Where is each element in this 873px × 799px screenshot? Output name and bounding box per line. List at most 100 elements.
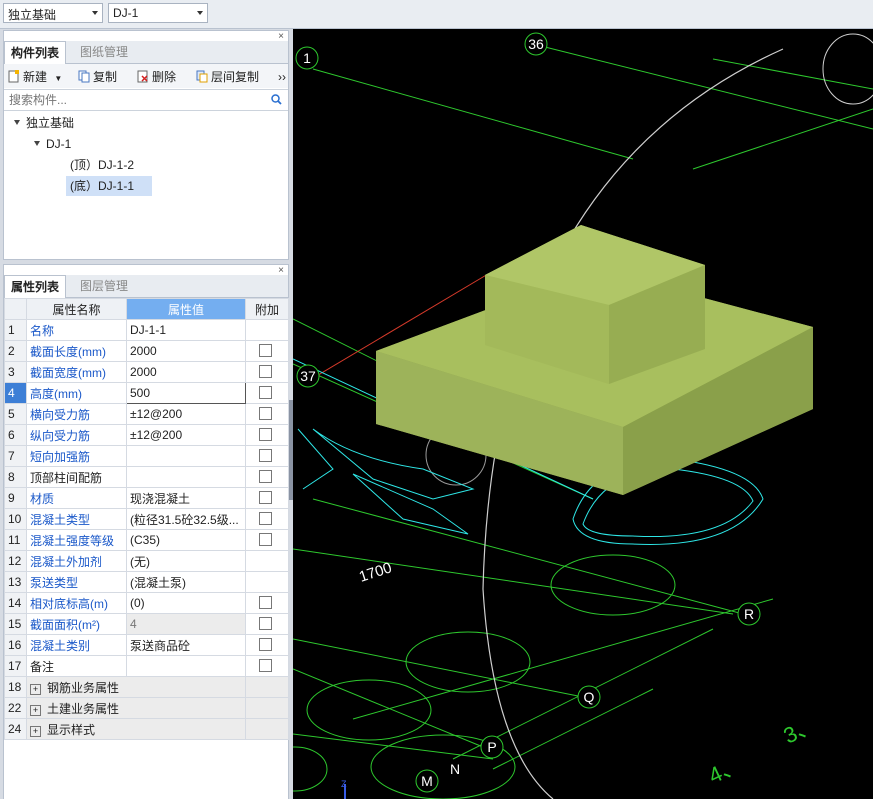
floor-copy-button[interactable]: 层间复制 xyxy=(196,68,259,86)
property-group-name[interactable]: + 钢筋业务属性 xyxy=(26,676,246,698)
property-name: 截面面积(m²) xyxy=(26,613,127,635)
additional-checkbox[interactable] xyxy=(259,659,272,672)
tree-item-group[interactable]: DJ-1 xyxy=(34,134,71,154)
tab-component-list[interactable]: 构件列表 xyxy=(4,41,67,64)
expand-triangle-icon[interactable] xyxy=(14,120,20,125)
property-row[interactable]: 17 备注 xyxy=(4,655,289,677)
component-select[interactable]: DJ-1 xyxy=(108,3,208,23)
property-row[interactable]: 9 材质 现浇混凝土 xyxy=(4,487,289,509)
axis-line xyxy=(692,108,873,170)
search-icon[interactable] xyxy=(271,94,282,105)
property-value[interactable]: (0) xyxy=(126,592,246,614)
property-group-name[interactable]: + 土建业务属性 xyxy=(26,697,246,719)
property-row[interactable]: 8 顶部柱间配筋 xyxy=(4,466,289,488)
row-index: 4 xyxy=(4,382,27,404)
property-row[interactable]: 12 混凝土外加剂 (无) xyxy=(4,550,289,572)
additional-checkbox[interactable] xyxy=(259,512,272,525)
additional-checkbox[interactable] xyxy=(259,617,272,630)
expand-triangle-icon[interactable] xyxy=(34,141,40,146)
property-value[interactable]: 现浇混凝土 xyxy=(126,487,246,509)
chevron-down-icon xyxy=(92,11,98,15)
header-property-value: 属性值 xyxy=(126,298,246,320)
property-row[interactable]: 16 混凝土类别 泵送商品砼 xyxy=(4,634,289,656)
property-row[interactable]: 4 高度(mm) 500 xyxy=(4,382,289,404)
drawing-canvas[interactable]: 1 36 37 R Q P M N 1700 3、 4、 Z xyxy=(293,29,873,799)
axis-label-R: R xyxy=(744,606,754,622)
property-row[interactable]: 15 截面面积(m²) 4 xyxy=(4,613,289,635)
tree-item-root[interactable]: 独立基础 xyxy=(14,113,74,133)
tab-drawing-management[interactable]: 图纸管理 xyxy=(74,41,134,63)
property-value[interactable]: (粒径31.5砼32.5级... xyxy=(126,508,246,530)
property-group-row[interactable]: 22 + 土建业务属性 xyxy=(4,697,289,719)
additional-checkbox[interactable] xyxy=(259,365,272,378)
property-value[interactable]: DJ-1-1 xyxy=(126,319,246,341)
additional-cell xyxy=(245,571,289,593)
property-name: 截面长度(mm) xyxy=(26,340,127,362)
property-value[interactable]: 500 xyxy=(126,382,246,404)
property-value[interactable] xyxy=(126,445,246,467)
additional-checkbox[interactable] xyxy=(259,638,272,651)
tree-item-top[interactable]: (顶）DJ-1-2 xyxy=(66,155,138,175)
property-value[interactable]: ±12@200 xyxy=(126,403,246,425)
property-value[interactable] xyxy=(126,655,246,677)
property-group-name[interactable]: + 显示样式 xyxy=(26,718,246,740)
dropdown-arrow-icon[interactable]: ▼ xyxy=(54,74,62,83)
additional-checkbox[interactable] xyxy=(259,407,272,420)
property-value[interactable]: ±12@200 xyxy=(126,424,246,446)
property-row[interactable]: 1 名称 DJ-1-1 xyxy=(4,319,289,341)
property-value[interactable]: 泵送商品砼 xyxy=(126,634,246,656)
property-name: 名称 xyxy=(26,319,127,341)
additional-checkbox[interactable] xyxy=(259,596,272,609)
property-group-row[interactable]: 24 + 显示样式 xyxy=(4,718,289,740)
additional-cell xyxy=(245,697,289,719)
copy-button[interactable]: 复制 xyxy=(78,68,117,86)
property-row[interactable]: 11 混凝土强度等级 (C35) xyxy=(4,529,289,551)
component-search-input[interactable] xyxy=(7,91,261,109)
additional-cell xyxy=(245,634,289,656)
delete-icon xyxy=(137,70,148,83)
property-row[interactable]: 7 短向加强筋 xyxy=(4,445,289,467)
additional-cell xyxy=(245,508,289,530)
property-value[interactable]: (C35) xyxy=(126,529,246,551)
top-toolbar: 独立基础 DJ-1 xyxy=(0,0,873,29)
property-row[interactable]: 10 混凝土类型 (粒径31.5砼32.5级... xyxy=(4,508,289,530)
additional-checkbox[interactable] xyxy=(259,533,272,546)
property-value[interactable]: 2000 xyxy=(126,340,246,362)
additional-cell xyxy=(245,445,289,467)
new-button[interactable]: 新建 ▼ xyxy=(8,68,62,86)
delete-button[interactable]: 删除 xyxy=(137,68,176,86)
property-row[interactable]: 14 相对底标高(m) (0) xyxy=(4,592,289,614)
expand-plus-icon[interactable]: + xyxy=(30,683,41,695)
row-index: 14 xyxy=(4,592,27,614)
axis-label-37: 37 xyxy=(300,368,316,384)
tree-item-bottom-selected[interactable]: (底）DJ-1-1 xyxy=(66,176,152,196)
property-row[interactable]: 5 横向受力筋 ±12@200 xyxy=(4,403,289,425)
additional-checkbox[interactable] xyxy=(259,386,272,399)
additional-checkbox[interactable] xyxy=(259,344,272,357)
property-value[interactable]: 4 xyxy=(126,613,246,635)
expand-plus-icon[interactable]: + xyxy=(30,725,41,737)
property-row[interactable]: 3 截面宽度(mm) 2000 xyxy=(4,361,289,383)
expand-plus-icon[interactable]: + xyxy=(30,704,41,716)
additional-checkbox[interactable] xyxy=(259,428,272,441)
tab-layer-management[interactable]: 图层管理 xyxy=(74,275,134,297)
property-value[interactable]: (混凝土泵) xyxy=(126,571,246,593)
tab-property-list[interactable]: 属性列表 xyxy=(4,275,67,298)
property-group-row[interactable]: 18 + 钢筋业务属性 xyxy=(4,676,289,698)
foundation-3d[interactable] xyxy=(376,225,813,495)
property-value[interactable]: (无) xyxy=(126,550,246,572)
property-row[interactable]: 2 截面长度(mm) 2000 xyxy=(4,340,289,362)
additional-checkbox[interactable] xyxy=(259,470,272,483)
property-value[interactable] xyxy=(126,466,246,488)
tree-item-label: DJ-1 xyxy=(46,137,72,151)
toolbar-overflow-button[interactable]: ›› xyxy=(278,68,286,86)
property-row[interactable]: 6 纵向受力筋 ±12@200 xyxy=(4,424,289,446)
property-value[interactable]: 2000 xyxy=(126,361,246,383)
additional-checkbox[interactable] xyxy=(259,449,272,462)
additional-checkbox[interactable] xyxy=(259,491,272,504)
property-name: 截面宽度(mm) xyxy=(26,361,127,383)
category-select[interactable]: 独立基础 xyxy=(3,3,103,23)
axis-label-36: 36 xyxy=(528,36,544,52)
property-row[interactable]: 13 泵送类型 (混凝土泵) xyxy=(4,571,289,593)
floor-copy-icon xyxy=(196,70,208,83)
